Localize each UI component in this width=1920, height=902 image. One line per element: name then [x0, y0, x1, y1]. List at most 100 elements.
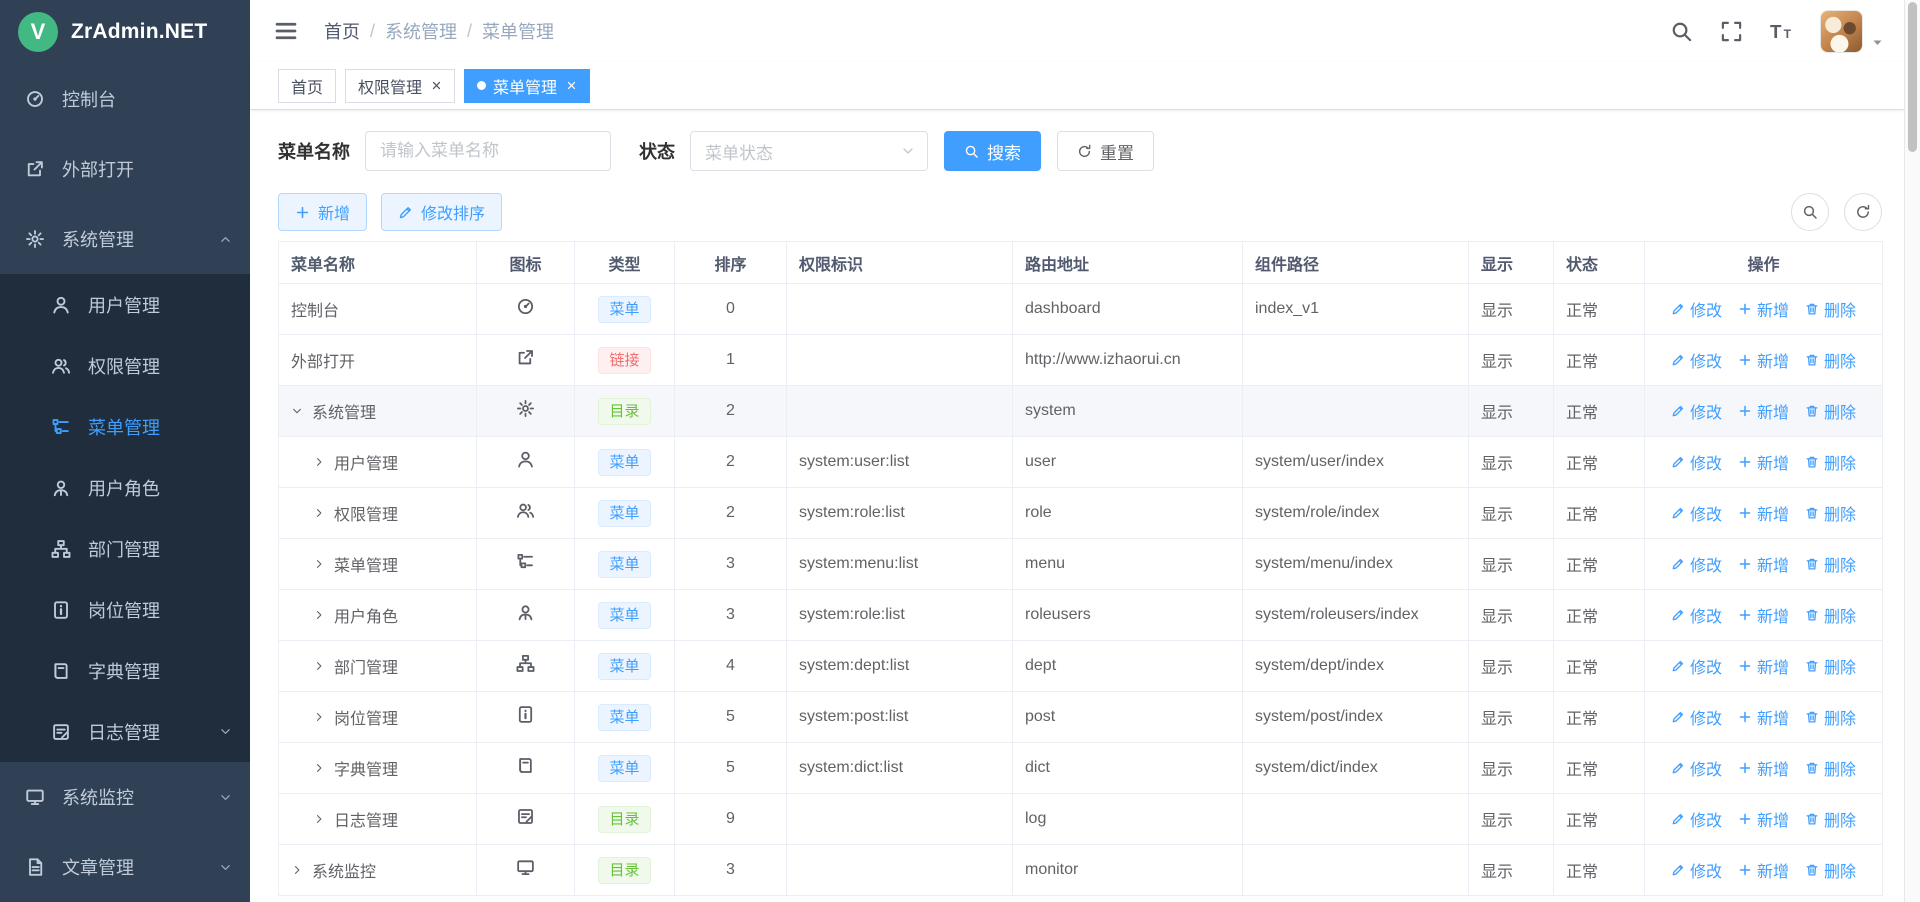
cell-name: 外部打开	[279, 335, 477, 386]
row-delete-link[interactable]: 删除	[1805, 348, 1856, 372]
row-action-label: 新增	[1757, 501, 1789, 525]
menu-name: 系统管理	[312, 399, 376, 423]
sidebar-item-dict[interactable]: 字典管理	[0, 640, 250, 701]
search-icon[interactable]	[1670, 20, 1693, 43]
sidebar-item-log[interactable]: 日志管理	[0, 701, 250, 762]
sidebar-item-system[interactable]: 系统管理	[0, 204, 250, 274]
row-edit-link[interactable]: 修改	[1671, 807, 1722, 831]
chevron-right-icon[interactable]	[313, 813, 334, 825]
sidebar-item-label: 用户管理	[88, 292, 232, 318]
row-delete-link[interactable]: 删除	[1805, 807, 1856, 831]
sidebar-item-roleusers[interactable]: 用户角色	[0, 457, 250, 518]
row-edit-link[interactable]: 修改	[1671, 603, 1722, 627]
close-icon[interactable]	[431, 80, 442, 91]
reset-button[interactable]: 重置	[1057, 131, 1154, 171]
status-select[interactable]: 菜单状态	[690, 131, 928, 171]
row-edit-link[interactable]: 修改	[1671, 297, 1722, 321]
scrollbar-thumb[interactable]	[1908, 2, 1917, 152]
row-add-link[interactable]: 新增	[1738, 552, 1789, 576]
sidebar-item-article[interactable]: 文章管理	[0, 832, 250, 902]
chevron-down-icon[interactable]	[291, 405, 312, 417]
peoples-icon	[516, 501, 535, 520]
row-add-link[interactable]: 新增	[1738, 450, 1789, 474]
toggle-search-button[interactable]	[1791, 193, 1829, 231]
row-add-link[interactable]: 新增	[1738, 756, 1789, 780]
sidebar-item-menu[interactable]: 菜单管理	[0, 396, 250, 457]
cell-status: 正常	[1554, 488, 1645, 539]
chevron-right-icon[interactable]	[313, 609, 334, 621]
user-menu[interactable]	[1820, 10, 1884, 53]
add-button[interactable]: 新增	[278, 193, 367, 231]
sidebar-item-dept[interactable]: 部门管理	[0, 518, 250, 579]
tab-role[interactable]: 权限管理	[345, 69, 455, 103]
row-add-link[interactable]: 新增	[1738, 858, 1789, 882]
app-logo[interactable]: V ZrAdmin.NET	[0, 0, 250, 64]
sidebar-item-monitor[interactable]: 系统监控	[0, 762, 250, 832]
type-tag: 目录	[598, 857, 650, 884]
row-edit-link[interactable]: 修改	[1671, 705, 1722, 729]
row-add-link[interactable]: 新增	[1738, 399, 1789, 423]
sidebar-item-external[interactable]: 外部打开	[0, 134, 250, 204]
page-scrollbar[interactable]	[1904, 0, 1920, 902]
row-delete-link[interactable]: 删除	[1805, 450, 1856, 474]
row-delete-link[interactable]: 删除	[1805, 501, 1856, 525]
tree-table-icon	[50, 417, 72, 437]
row-edit-link[interactable]: 修改	[1671, 756, 1722, 780]
sidebar-item-role[interactable]: 权限管理	[0, 335, 250, 396]
row-edit-link[interactable]: 修改	[1671, 399, 1722, 423]
row-action-label: 删除	[1824, 501, 1856, 525]
plus-icon	[1738, 659, 1752, 673]
sidebar-item-dashboard[interactable]: 控制台	[0, 64, 250, 134]
row-delete-link[interactable]: 删除	[1805, 552, 1856, 576]
chevron-right-icon[interactable]	[313, 711, 334, 723]
row-delete-link[interactable]: 删除	[1805, 297, 1856, 321]
row-edit-link[interactable]: 修改	[1671, 552, 1722, 576]
delete-icon	[1805, 302, 1819, 316]
row-edit-link[interactable]: 修改	[1671, 858, 1722, 882]
font-size-icon[interactable]: TT	[1770, 20, 1793, 43]
chevron-right-icon[interactable]	[291, 864, 312, 876]
row-add-link[interactable]: 新增	[1738, 501, 1789, 525]
row-delete-link[interactable]: 删除	[1805, 705, 1856, 729]
chevron-right-icon[interactable]	[313, 456, 334, 468]
row-edit-link[interactable]: 修改	[1671, 501, 1722, 525]
avatar[interactable]	[1820, 10, 1863, 53]
type-tag: 菜单	[598, 296, 650, 323]
row-delete-link[interactable]: 删除	[1805, 756, 1856, 780]
breadcrumb-item[interactable]: 系统管理	[385, 18, 457, 44]
chevron-right-icon[interactable]	[313, 507, 334, 519]
fullscreen-icon[interactable]	[1720, 20, 1743, 43]
close-icon[interactable]	[566, 80, 577, 91]
menu-name-input[interactable]	[365, 131, 611, 171]
hamburger-icon[interactable]	[274, 19, 298, 43]
toolbar-right	[1791, 193, 1882, 231]
tab-home[interactable]: 首页	[278, 69, 336, 103]
sidebar-item-post[interactable]: 岗位管理	[0, 579, 250, 640]
breadcrumb-item[interactable]: 首页	[324, 18, 360, 44]
row-edit-link[interactable]: 修改	[1671, 450, 1722, 474]
row-add-link[interactable]: 新增	[1738, 807, 1789, 831]
row-delete-link[interactable]: 删除	[1805, 654, 1856, 678]
chevron-down-icon	[219, 725, 232, 738]
breadcrumb-item[interactable]: 菜单管理	[482, 18, 554, 44]
row-add-link[interactable]: 新增	[1738, 705, 1789, 729]
row-delete-link[interactable]: 删除	[1805, 858, 1856, 882]
edit-sort-button[interactable]: 修改排序	[381, 193, 502, 231]
chevron-right-icon[interactable]	[313, 558, 334, 570]
chevron-right-icon[interactable]	[313, 660, 334, 672]
row-delete-link[interactable]: 删除	[1805, 399, 1856, 423]
row-edit-link[interactable]: 修改	[1671, 654, 1722, 678]
cell-route: dashboard	[1013, 284, 1243, 335]
sidebar-item-user[interactable]: 用户管理	[0, 274, 250, 335]
plus-icon	[295, 205, 310, 220]
search-button[interactable]: 搜索	[944, 131, 1041, 171]
chevron-right-icon[interactable]	[313, 762, 334, 774]
row-add-link[interactable]: 新增	[1738, 348, 1789, 372]
row-edit-link[interactable]: 修改	[1671, 348, 1722, 372]
row-add-link[interactable]: 新增	[1738, 297, 1789, 321]
tab-menu[interactable]: 菜单管理	[464, 69, 590, 103]
row-add-link[interactable]: 新增	[1738, 603, 1789, 627]
refresh-table-button[interactable]	[1844, 193, 1882, 231]
row-delete-link[interactable]: 删除	[1805, 603, 1856, 627]
row-add-link[interactable]: 新增	[1738, 654, 1789, 678]
